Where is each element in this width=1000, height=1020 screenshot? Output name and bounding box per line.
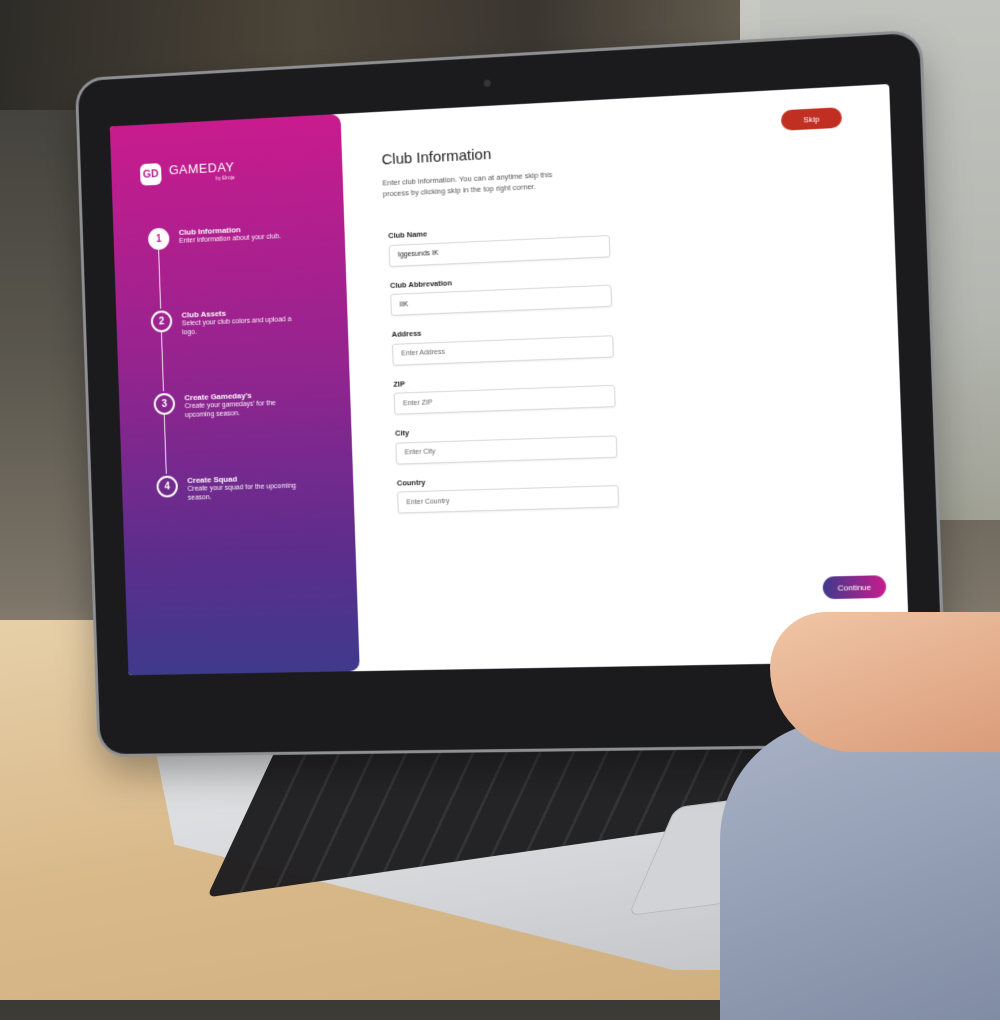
step-connector (160, 332, 164, 392)
city-field: City (395, 421, 638, 465)
zip-input[interactable] (393, 384, 616, 415)
laptop-screen: GD GAMEDAY by Elroja 1 Club Information … (109, 83, 910, 676)
zip-field: ZIP (393, 370, 636, 415)
step-description: Create your gamedays' for the upcoming s… (184, 399, 276, 420)
step-create-gamedays[interactable]: 3 Create Gameday's Create your gamedays'… (153, 388, 303, 476)
page-title: Club Information (381, 145, 492, 169)
step-description: Create your squad for the upcoming seaso… (187, 482, 297, 502)
step-club-information[interactable]: 1 Club Information Enter information abo… (147, 222, 298, 311)
club-abbreviation-input[interactable] (390, 284, 613, 316)
address-field: Address (391, 320, 634, 366)
club-name-input[interactable] (388, 234, 611, 267)
camera-icon (483, 79, 491, 87)
gameday-logo: GD GAMEDAY by Elroja (139, 159, 235, 186)
logo-mark-icon: GD (139, 163, 162, 186)
step-number: 1 (147, 227, 170, 251)
page-description: Enter club information. You can at anyti… (382, 169, 553, 199)
step-number: 2 (150, 310, 173, 333)
step-connector (158, 249, 162, 309)
city-input[interactable] (395, 434, 618, 465)
country-input[interactable] (397, 485, 620, 514)
step-number: 4 (156, 475, 179, 498)
user-hand (770, 612, 1000, 752)
continue-button[interactable]: Continue (822, 575, 887, 600)
club-abbreviation-field: Club Abbrevation (390, 270, 633, 316)
user-sleeve (720, 720, 1000, 1020)
onboarding-sidebar: GD GAMEDAY by Elroja 1 Club Information … (109, 113, 360, 676)
club-form: Club Name Club Abbrevation Address ZIP C… (388, 220, 640, 528)
address-input[interactable] (391, 334, 614, 366)
country-field: Country (397, 471, 640, 514)
step-club-assets[interactable]: 2 Club Assets Select your club colors an… (150, 305, 301, 394)
step-description: Select your club colors and upload a log… (181, 316, 292, 337)
skip-button[interactable]: Skip (780, 107, 843, 131)
club-name-field: Club Name (388, 220, 631, 267)
step-number: 3 (153, 392, 176, 416)
step-create-squad[interactable]: 4 Create Squad Create your squad for the… (156, 471, 306, 558)
club-information-form-panel: Skip Club Information Enter club informa… (340, 84, 909, 671)
step-connector (163, 414, 167, 474)
step-list: 1 Club Information Enter information abo… (147, 222, 307, 559)
